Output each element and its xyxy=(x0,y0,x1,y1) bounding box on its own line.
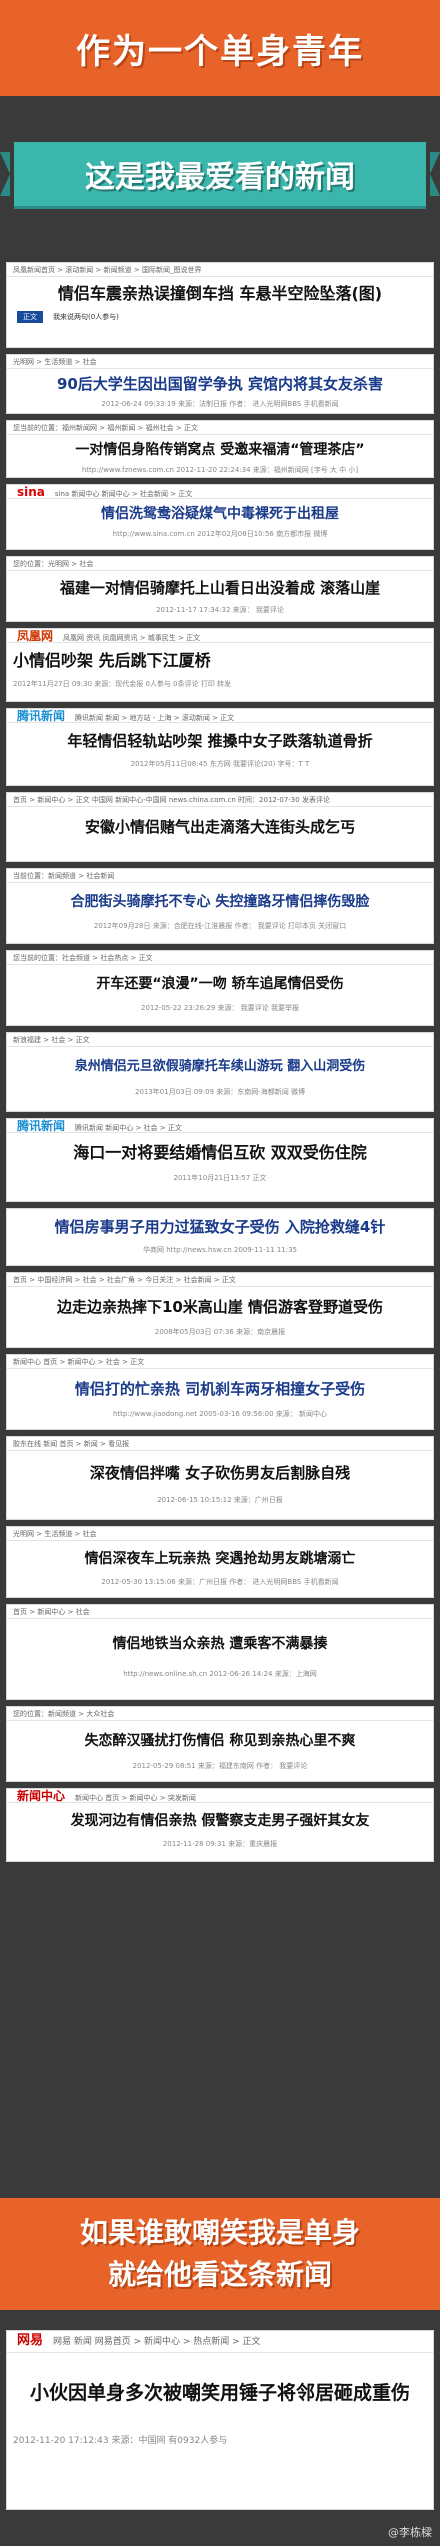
headline: 失恋醉汉骚扰打伤情侣 称见到亲热心里不爽 xyxy=(84,1733,356,1749)
headline: 发现河边有情侣亲热 假警察支走男子强奸其女友 xyxy=(70,1813,370,1829)
news-card[interactable]: sina sina 新闻中心 新闻中心 > 社会新闻 > 正文 情侣洗鸳鸯浴疑煤气… xyxy=(6,484,434,550)
headline: 情侣车震亲热误撞倒车挡 车悬半空险坠落(图) xyxy=(57,284,383,303)
headline: 安徽小情侣赌气出走滴落大连街头成乞丐 xyxy=(84,818,355,836)
news-card[interactable]: 光明网 > 生活频道 > 社会 90后大学生因出国留学争执 宾馆内将其女友杀害 … xyxy=(6,354,434,414)
headline: 情侣洗鸳鸯浴疑煤气中毒裸死于出租屋 xyxy=(101,506,339,522)
article-meta: 2008年05月03日 07:36 来源：南京晨报 xyxy=(154,1328,286,1336)
article-meta: 2012年11月27日 09:30 来源：现代金报 0人参与 0条评论 打印 转… xyxy=(13,680,232,688)
headline: 合肥街头骑摩托不专心 失控撞路牙情侣摔伤毁脸 xyxy=(70,894,370,910)
breadcrumb: 凤凰网 凤凰网 资讯 凤凰网资讯 > 城事民生 > 正文 xyxy=(7,629,433,643)
headline: 深夜情侣拌嘴 女子砍伤男友后割脉自残 xyxy=(89,1464,351,1482)
headline: 福建一对情侣骑摩托上山看日出没着成 滚落山崖 xyxy=(59,579,381,597)
bottom-line-2: 就给他看这条新闻 xyxy=(107,2258,332,2291)
final-news-card[interactable]: 网易 网易 新闻 网易首页 > 新闻中心 > 热点新闻 > 正文 小伙因单身多次被… xyxy=(6,2330,434,2510)
article-meta: 2012-05-30 13:15:06 来源：广州日报 作者： 进入光明网BBS… xyxy=(101,1578,339,1586)
page-title: 作为一个单身青年 xyxy=(76,31,364,72)
headline: 情侣地铁当众亲热 遭乘客不满暴揍 xyxy=(112,1636,328,1652)
news-card[interactable]: 首页 > 新闻中心 > 社会 情侣地铁当众亲热 遭乘客不满暴揍 http://n… xyxy=(6,1604,434,1700)
headline: 年轻情侣轻轨站吵架 推搡中女子跌落轨道骨折 xyxy=(67,732,373,750)
news-card[interactable]: 光明网 > 生活频道 > 社会 情侣深夜车上玩亲热 突遇抢劫男友跳塘溺亡 201… xyxy=(6,1526,434,1598)
news-card[interactable]: 首页 > 新闻中心 > 正文 中国网 新闻中心-中国网 news.china.c… xyxy=(6,792,434,862)
ifeng-logo: 凤凰网 xyxy=(17,629,54,643)
watermark: @李栋樑 xyxy=(388,2526,432,2539)
article-meta: 华商网 http://news.hsw.cn 2009-11-11 11:35 xyxy=(143,1246,297,1254)
news-card[interactable]: 您当前的位置：福州新闻网 > 福州新闻 > 福州社会 > 正文 一对情侣身陷传销… xyxy=(6,420,434,478)
breadcrumb: 您当前的位置：福州新闻网 > 福州新闻 > 福州社会 > 正文 xyxy=(7,421,433,435)
article-meta: 2012年05月11日08:45 东方网 我要评论(20) 字号：T T xyxy=(130,760,310,768)
breadcrumb: 新闻中心 首页 > 新闻中心 > 社会 > 正文 xyxy=(7,1355,433,1369)
breadcrumb: sina sina 新闻中心 新闻中心 > 社会新闻 > 正文 xyxy=(7,485,433,499)
article-meta: http://www.jiaodong.net 2005-03-16 09:56… xyxy=(112,1410,327,1418)
headline: 海口一对将要结婚情侣互砍 双双受伤住院 xyxy=(73,1143,367,1162)
article-meta: 2012-06-15 10:15:12 来源：广州日报 xyxy=(157,1496,283,1504)
sina-logo: sina xyxy=(17,485,45,499)
news-card[interactable]: 您的位置：新闻频道 > 大众社会 失恋醉汉骚扰打伤情侣 称见到亲热心里不爽 20… xyxy=(6,1706,434,1782)
news-card[interactable]: 首页 > 中国经济网 > 社会 > 社会广角 > 今日关注 > 社会新闻 > 正… xyxy=(6,1272,434,1348)
news-card[interactable]: 当前位置：新闻频道 > 社会新闻 合肥街头骑摩托不专心 失控撞路牙情侣摔伤毁脸 … xyxy=(6,868,434,944)
breadcrumb: 凤凰新闻首页 > 滚动新闻 > 新闻频道 > 国际新闻_图说世界 xyxy=(7,263,433,277)
breadcrumb: 您的位置：新闻频道 > 大众社会 xyxy=(7,1707,433,1721)
breadcrumb: 当前位置：新闻频道 > 社会新闻 xyxy=(7,869,433,883)
tab-body[interactable]: 正文 xyxy=(17,311,43,323)
tab-bar: 正文 我来说两句(0人参与) xyxy=(7,311,433,323)
breadcrumb: 首页 > 新闻中心 > 社会 xyxy=(7,1605,433,1619)
breadcrumb: 光明网 > 生活频道 > 社会 xyxy=(7,355,433,369)
subtitle-ribbon: 这是我最爱看的新闻 xyxy=(0,142,440,206)
news-card[interactable]: 凤凰网 凤凰网 资讯 凤凰网资讯 > 城事民生 > 正文 小情侣吵架 先后跳下江厦… xyxy=(6,628,434,702)
tab-comments[interactable]: 我来说两句(0人参与) xyxy=(53,312,119,322)
news-center-logo: 新闻中心 xyxy=(17,1789,66,1803)
news-card[interactable]: 新闻中心 新闻中心 首页 > 新闻中心 > 突发新闻 发现河边有情侣亲热 假警察支… xyxy=(6,1788,434,1862)
breadcrumb: 胶东在线 新闻 首页 > 新闻 > 看见报 xyxy=(7,1437,433,1451)
headline: 泉州情侣元旦欲假骑摩托车续山游玩 翻入山洞受伤 xyxy=(74,1059,366,1074)
headline: 小情侣吵架 先后跳下江厦桥 xyxy=(13,651,211,670)
headline: 小伙因单身多次被嘲笑用锤子将邻居砸成重伤 xyxy=(29,2382,410,2404)
news-card[interactable]: 凤凰新闻首页 > 滚动新闻 > 新闻频道 > 国际新闻_图说世界 情侣车震亲热误… xyxy=(6,262,434,348)
news-card[interactable]: 腾讯新闻 腾讯新闻 新闻 > 地方站 - 上海 > 滚动新闻 > 正文 年轻情侣轻… xyxy=(6,708,434,786)
headline: 情侣深夜车上玩亲热 突遇抢劫男友跳塘溺亡 xyxy=(84,1551,356,1567)
breadcrumb: 腾讯新闻 腾讯新闻 新闻中心 > 社会 > 正文 xyxy=(7,1119,433,1133)
headline: 一对情侣身陷传销窝点 受邀来福清“管理茶店” xyxy=(75,442,365,458)
news-card[interactable]: 情侣房事男子用力过猛致女子受伤 入院抢救缝4针 华商网 http://news.… xyxy=(6,1208,434,1266)
headline: 边走边亲热摔下10米高山崖 情侣游客登野道受伤 xyxy=(56,1298,384,1316)
article-meta: 2012-11-17 17:34:32 来源： 我要评论 xyxy=(156,606,284,614)
headline: 开车还要“浪漫”一吻 轿车追尾情侣受伤 xyxy=(96,976,344,992)
article-meta: 2013年01月03日 09:09 来源：东南网-海都新闻 微博 xyxy=(134,1088,305,1096)
news-card[interactable]: 新浪福建 > 社会 > 正文 泉州情侣元旦欲假骑摩托车续山游玩 翻入山洞受伤 2… xyxy=(6,1032,434,1112)
qq-news-logo: 腾讯新闻 xyxy=(17,709,66,723)
breadcrumb: 网易 网易 新闻 网易首页 > 新闻中心 > 热点新闻 > 正文 xyxy=(7,2331,433,2353)
breadcrumb: 您当前的位置：社会频道 > 社会热点 > 正文 xyxy=(7,951,433,965)
breadcrumb: 您的位置：光明网 > 社会 xyxy=(7,557,433,571)
header-banner: 作为一个单身青年 xyxy=(0,0,440,96)
news-card[interactable]: 您的位置：光明网 > 社会 福建一对情侣骑摩托上山看日出没着成 滚落山崖 201… xyxy=(6,556,434,622)
article-meta: http://news.online.sh.cn 2012-06-26 14:2… xyxy=(123,1670,317,1678)
breadcrumb: 腾讯新闻 腾讯新闻 新闻 > 地方站 - 上海 > 滚动新闻 > 正文 xyxy=(7,709,433,723)
news-card[interactable]: 您当前的位置：社会频道 > 社会热点 > 正文 开车还要“浪漫”一吻 轿车追尾情… xyxy=(6,950,434,1026)
news-card[interactable]: 腾讯新闻 腾讯新闻 新闻中心 > 社会 > 正文 海口一对将要结婚情侣互砍 双双受… xyxy=(6,1118,434,1202)
article-meta: 2012-11-28 09:31 来源：重庆晨报 xyxy=(162,1840,278,1848)
breadcrumb: 新浪福建 > 社会 > 正文 xyxy=(7,1033,433,1047)
bottom-line-1: 如果谁敢嘲笑我是单身 xyxy=(79,2216,360,2249)
news-card[interactable]: 胶东在线 新闻 首页 > 新闻 > 看见报 深夜情侣拌嘴 女子砍伤男友后割脉自残… xyxy=(6,1436,434,1520)
headline: 情侣房事男子用力过猛致女子受伤 入院抢救缝4针 xyxy=(54,1218,386,1236)
netease-logo: 网易 xyxy=(17,2333,44,2348)
article-meta: 2012-11-20 17:12:43 来源：中国网 有0932人参与 xyxy=(13,2436,228,2446)
bottom-banner: 如果谁敢嘲笑我是单身 就给他看这条新闻 xyxy=(0,2198,440,2310)
article-meta: 2012-05-22 23:26:29 来源： 我要评论 我要举报 xyxy=(140,1004,300,1012)
article-meta: 2012-05-29 08:51 来源：福建东南网 作者： 我要评论 xyxy=(132,1762,308,1770)
article-meta: http://www.sina.com.cn 2012年02月08日10:56 … xyxy=(112,530,328,538)
breadcrumb: 光明网 > 生活频道 > 社会 xyxy=(7,1527,433,1541)
breadcrumb: 首页 > 中国经济网 > 社会 > 社会广角 > 今日关注 > 社会新闻 > 正… xyxy=(7,1273,433,1287)
news-card[interactable]: 新闻中心 首页 > 新闻中心 > 社会 > 正文 情侣打的忙亲热 司机刹车两牙相… xyxy=(6,1354,434,1430)
breadcrumb: 新闻中心 新闻中心 首页 > 新闻中心 > 突发新闻 xyxy=(7,1789,433,1803)
ribbon-title: 这是我最爱看的新闻 xyxy=(85,160,355,195)
article-meta: 2012-06-24 09:33:19 来源：法制日报 作者： 进入光明网BBS… xyxy=(101,400,339,408)
article-meta: 2011年10月21日13:57 正文 xyxy=(173,1174,267,1182)
headline: 90后大学生因出国留学争执 宾馆内将其女友杀害 xyxy=(56,375,384,393)
breadcrumb: 首页 > 新闻中心 > 正文 中国网 新闻中心-中国网 news.china.c… xyxy=(7,793,433,807)
qq-news-logo: 腾讯新闻 xyxy=(17,1119,66,1133)
article-meta: 2012年09月28日 来源：合肥在线-江淮晨报 作者： 我要评论 打印本页 关… xyxy=(93,922,347,930)
article-meta: http://www.fznews.com.cn 2012-11-20 22:2… xyxy=(81,466,359,474)
headline: 情侣打的忙亲热 司机刹车两牙相撞女子受伤 xyxy=(74,1380,366,1398)
